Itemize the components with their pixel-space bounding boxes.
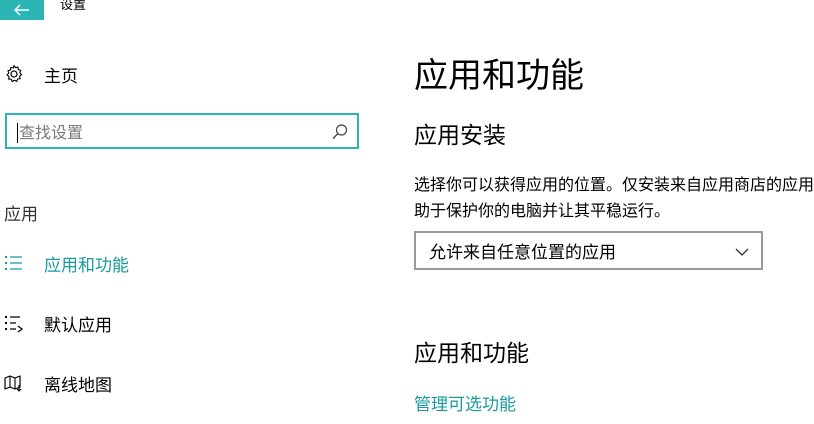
sidebar-item-offline-maps[interactable]: 离线地图 bbox=[4, 370, 112, 396]
sidebar-item-label: 应用和功能 bbox=[44, 255, 129, 276]
sidebar-item-label: 默认应用 bbox=[44, 315, 112, 336]
dropdown-selected-value: 允许来自任意位置的应用 bbox=[429, 243, 616, 263]
text-caret bbox=[17, 123, 18, 143]
back-button[interactable] bbox=[0, 0, 44, 20]
chevron-down-icon bbox=[735, 244, 749, 258]
app-install-description: 选择你可以获得应用的位置。仅安装来自应用商店的应用有助于保护你的电脑并让其平稳运… bbox=[414, 175, 814, 220]
sidebar-item-home-label: 主页 bbox=[44, 66, 78, 87]
search-input[interactable] bbox=[19, 121, 319, 143]
back-arrow-icon bbox=[14, 4, 29, 16]
sidebar-item-label: 离线地图 bbox=[44, 375, 112, 396]
app-source-dropdown[interactable]: 允许来自任意位置的应用 bbox=[414, 231, 763, 270]
settings-window: 设置 主页 应用 bbox=[0, 0, 814, 424]
page-title: 应用和功能 bbox=[414, 56, 584, 96]
manage-optional-features-link[interactable]: 管理可选功能 bbox=[414, 390, 516, 415]
window-title: 设置 bbox=[60, 0, 87, 13]
apps-features-icon bbox=[4, 253, 24, 273]
app-install-heading: 应用安装 bbox=[414, 123, 506, 149]
sidebar-item-apps-features[interactable]: 应用和功能 bbox=[4, 250, 129, 276]
offline-maps-icon bbox=[4, 373, 24, 393]
gear-icon bbox=[4, 64, 24, 84]
sidebar-item-home[interactable]: 主页 bbox=[4, 62, 78, 87]
default-apps-icon bbox=[4, 313, 24, 333]
sidebar-item-default-apps[interactable]: 默认应用 bbox=[4, 310, 112, 336]
search-icon[interactable] bbox=[331, 123, 349, 141]
sidebar-section-label: 应用 bbox=[4, 205, 38, 225]
search-box[interactable] bbox=[5, 113, 359, 149]
apps-features-heading: 应用和功能 bbox=[414, 341, 529, 367]
